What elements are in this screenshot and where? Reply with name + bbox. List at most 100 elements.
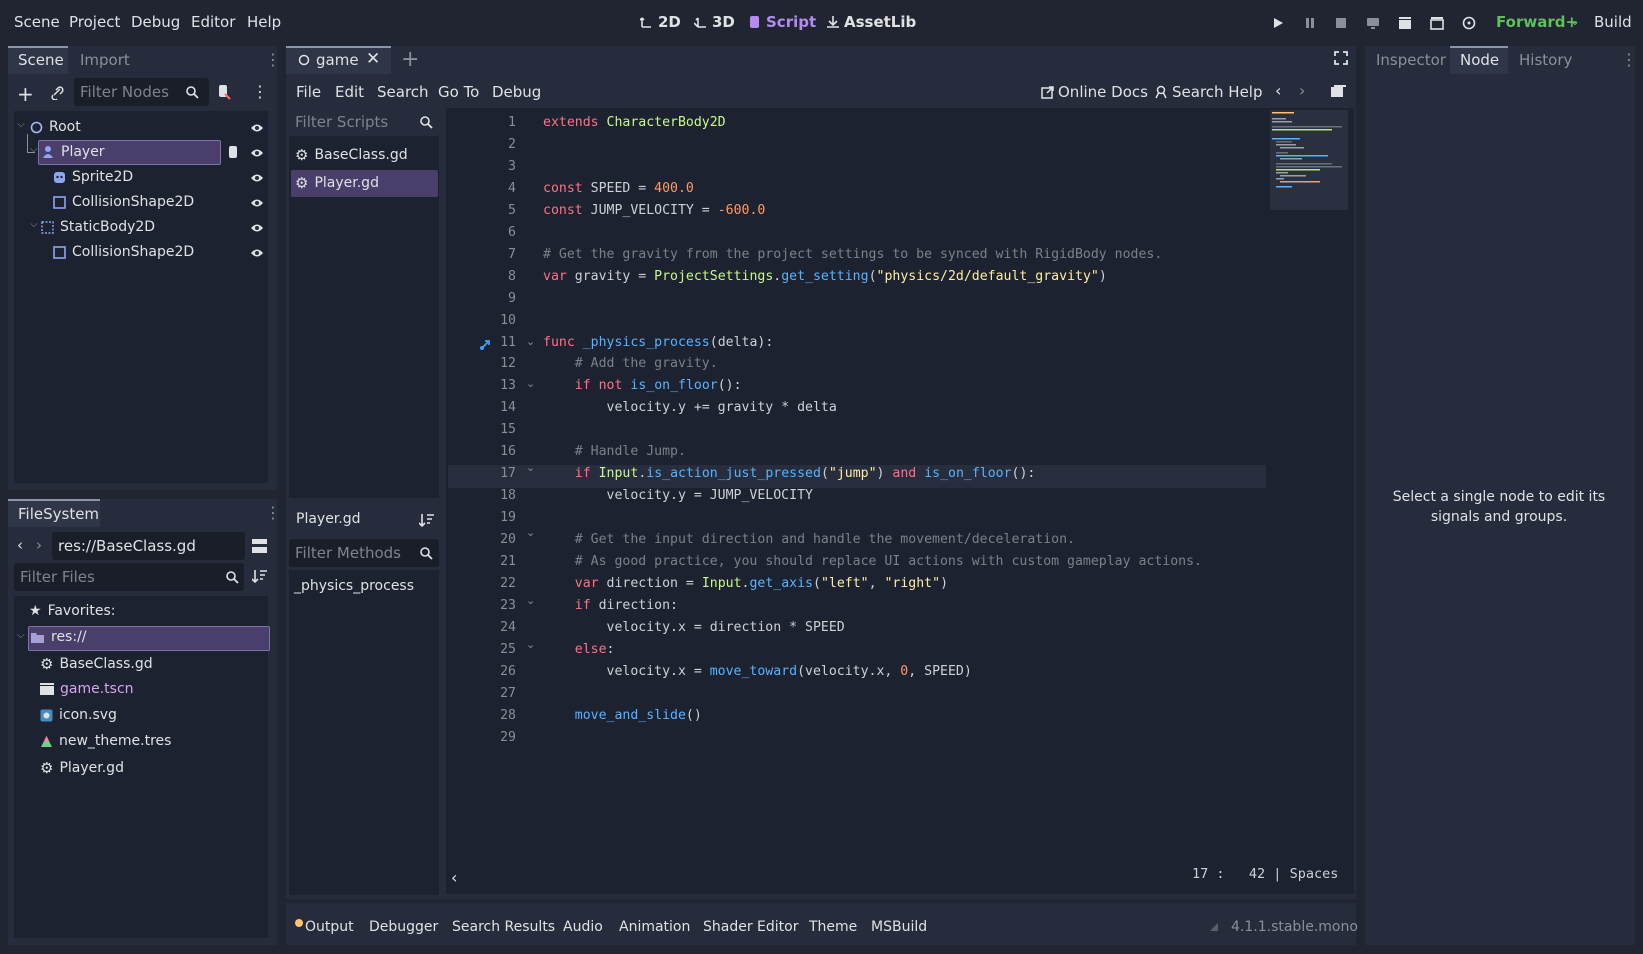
code-line[interactable]: # Get the input direction and handle the… (543, 532, 1075, 547)
bottom-tab-msbuild[interactable]: MSBuild (871, 919, 927, 935)
bottom-tab-output[interactable]: Output (305, 919, 354, 935)
code-line[interactable]: velocity.x = move_toward(velocity.x, 0, … (543, 664, 972, 679)
workspace-script-button[interactable]: Script (748, 13, 816, 31)
code-line[interactable]: else: (543, 642, 615, 657)
filter-scripts-input[interactable]: Filter Scripts (289, 108, 439, 136)
script-menu-edit[interactable]: Edit (335, 83, 364, 101)
code-line[interactable]: if not is_on_floor(): (543, 378, 742, 393)
script-list-item[interactable]: ⚙ BaseClass.gd (295, 146, 408, 164)
chevron-down-icon[interactable]: ⌵ (17, 119, 25, 130)
split-view-icon[interactable] (252, 539, 267, 553)
pause-button[interactable] (1301, 14, 1319, 32)
code-line[interactable]: const JUMP_VELOCITY = -600.0 (543, 203, 765, 218)
bottom-tab-shader-editor[interactable]: Shader Editor (703, 919, 798, 935)
sort-icon[interactable] (419, 513, 434, 527)
file-item[interactable]: new_theme.tres (40, 733, 171, 749)
chevron-down-icon[interactable]: ⌵ (17, 630, 25, 641)
tree-node-staticbody2d[interactable]: StaticBody2D (41, 219, 155, 235)
tab-history[interactable]: History (1519, 51, 1572, 69)
tab-node[interactable]: Node (1460, 51, 1499, 69)
script-menu-search[interactable]: Search (377, 83, 429, 101)
file-item[interactable]: game.tscn (40, 681, 134, 697)
filter-methods-input[interactable]: Filter Methods (289, 539, 439, 567)
script-attached-icon[interactable] (227, 145, 239, 159)
visibility-eye-icon[interactable] (250, 122, 264, 136)
code-line[interactable]: # Get the gravity from the project setti… (543, 247, 1162, 262)
tree-node-collisionshape2d[interactable]: CollisionShape2D (53, 244, 194, 260)
code-line[interactable]: # Add the gravity. (543, 356, 718, 371)
fold-chevron-icon[interactable]: ⌄ (526, 377, 535, 390)
fullscreen-icon[interactable] (1334, 51, 1348, 65)
update-spinner-icon[interactable] (1208, 921, 1220, 933)
history-back-icon[interactable]: ‹ (1275, 81, 1281, 100)
play-custom-scene-button[interactable] (1428, 14, 1446, 32)
visibility-eye-icon[interactable] (250, 197, 264, 211)
dock-menu-icon[interactable]: ⋮ (1621, 50, 1637, 69)
toggle-panel-icon[interactable] (1331, 85, 1346, 97)
visibility-eye-icon[interactable] (250, 247, 264, 261)
script-menu-goto[interactable]: Go To (438, 83, 479, 101)
code-line[interactable]: extends CharacterBody2D (543, 115, 726, 130)
code-line[interactable]: const SPEED = 400.0 (543, 181, 694, 196)
menu-debug[interactable]: Debug (131, 13, 180, 31)
file-item[interactable]: ⚙ Player.gd (40, 759, 124, 777)
movie-maker-button[interactable] (1460, 14, 1478, 32)
favorites-item[interactable]: ★ Favorites: (29, 603, 116, 619)
tab-inspector[interactable]: Inspector (1376, 51, 1446, 69)
code-line[interactable]: # Handle Jump. (543, 444, 686, 459)
workspace-assetlib-button[interactable]: AssetLib (826, 13, 916, 31)
code-line[interactable]: velocity.y += gravity * delta (543, 400, 837, 415)
code-line[interactable]: # As good practice, you should replace U… (543, 554, 1202, 569)
bottom-tab-animation[interactable]: Animation (619, 919, 690, 935)
remote-debug-button[interactable] (1364, 14, 1382, 32)
code-line[interactable]: var direction = Input.get_axis("left", "… (543, 576, 948, 591)
build-button[interactable]: Build (1594, 13, 1632, 31)
fold-chevron-icon[interactable]: ⌄ (526, 526, 535, 539)
script-menu-debug[interactable]: Debug (492, 83, 541, 101)
minimap[interactable] (1270, 110, 1348, 210)
tab-import[interactable]: Import (80, 51, 130, 69)
folder-res-item[interactable]: res:// (30, 629, 87, 645)
fold-chevron-icon[interactable]: ⌄ (526, 461, 535, 474)
code-line[interactable]: if Input.is_action_just_pressed("jump") … (543, 466, 1036, 481)
code-line[interactable]: var gravity = ProjectSettings.get_settin… (543, 269, 1107, 284)
code-line[interactable]: velocity.y = JUMP_VELOCITY (543, 488, 813, 503)
play-scene-button[interactable] (1396, 14, 1414, 32)
menu-scene[interactable]: Scene (14, 13, 60, 31)
file-item[interactable]: icon.svg (40, 707, 117, 723)
add-tab-icon[interactable]: + (401, 47, 419, 72)
sort-icon[interactable] (252, 569, 267, 583)
indent-mode[interactable]: Spaces (1290, 866, 1339, 882)
menu-editor[interactable]: Editor (191, 13, 235, 31)
override-function-icon[interactable] (479, 338, 492, 351)
bottom-tab-theme[interactable]: Theme (809, 919, 857, 935)
workspace-3d-button[interactable]: 3D (694, 13, 735, 31)
toggle-scripts-panel-icon[interactable]: ‹ (451, 868, 457, 887)
back-arrow-icon[interactable]: ‹ (17, 536, 23, 554)
visibility-eye-icon[interactable] (250, 222, 264, 236)
code-line[interactable]: if direction: (543, 598, 678, 613)
menu-project[interactable]: Project (69, 13, 120, 31)
fold-chevron-icon[interactable]: ⌄ (526, 638, 535, 651)
tab-scene[interactable]: Scene (18, 51, 64, 69)
scene-menu-icon[interactable]: ⋮ (252, 82, 268, 101)
tab-filesystem[interactable]: FileSystem (18, 505, 99, 523)
visibility-eye-icon[interactable] (250, 172, 264, 186)
chevron-down-icon[interactable]: ⌵ (30, 219, 38, 230)
renderer-select[interactable]: Forward+ (1496, 13, 1578, 31)
link-icon[interactable] (51, 86, 65, 100)
dock-menu-icon[interactable]: ⋮ (265, 50, 281, 69)
tree-node-root[interactable]: Root (30, 119, 81, 135)
bottom-tab-search-results[interactable]: Search Results (452, 919, 555, 935)
filter-files-input[interactable]: Filter Files (14, 563, 244, 591)
menu-help[interactable]: Help (247, 13, 281, 31)
tree-node-player[interactable]: Player (41, 144, 105, 160)
bottom-tab-debugger[interactable]: Debugger (369, 919, 438, 935)
close-icon[interactable]: ✕ (366, 49, 380, 69)
play-button[interactable] (1269, 14, 1287, 32)
stop-button[interactable] (1332, 14, 1350, 32)
fold-chevron-icon[interactable]: ⌄ (526, 335, 535, 348)
dock-menu-icon[interactable]: ⋮ (265, 503, 281, 522)
file-item[interactable]: ⚙ BaseClass.gd (40, 655, 153, 673)
workspace-2d-button[interactable]: 2D (640, 13, 681, 31)
